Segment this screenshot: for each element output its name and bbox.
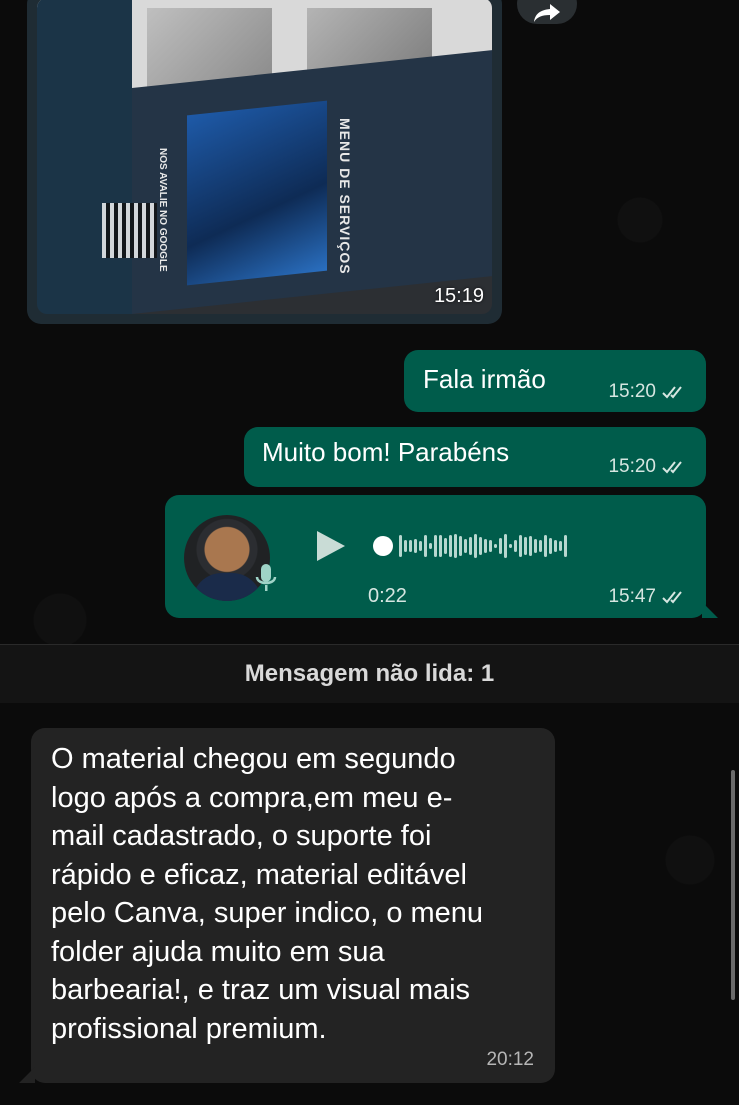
message-line: pelo Canva, super indico, o menu: [51, 897, 484, 929]
wave-bar: [429, 543, 432, 549]
wave-bar: [444, 538, 447, 554]
voice-message[interactable]: 0:22 15:47: [165, 495, 718, 618]
wave-bar: [499, 538, 502, 554]
message-time: 15:47: [608, 586, 656, 607]
bubble-tail: [19, 1067, 35, 1083]
wave-bar: [559, 541, 562, 551]
message-line: logo após a compra,em meu e-: [51, 781, 453, 814]
wave-bar: [404, 540, 407, 552]
wave-bar: [449, 535, 452, 557]
forward-arrow-icon: [534, 4, 560, 22]
wave-bar: [489, 540, 492, 552]
message-meta: 15:20: [608, 456, 688, 478]
wave-bar: [454, 534, 457, 558]
voice-duration: 0:22: [368, 585, 407, 607]
forward-button[interactable]: [517, 0, 577, 24]
photo-left-panel: [37, 0, 132, 314]
image-timestamp: 15:19: [433, 285, 484, 307]
wave-bar: [494, 544, 497, 548]
message-line: mail cadastrado, o suporte foi: [51, 820, 432, 852]
qr-code: [102, 203, 157, 258]
play-icon[interactable]: [313, 529, 347, 563]
wave-bar: [549, 538, 552, 554]
chat-area: MENU DE SERVIÇOS NOS AVALIE NO GOOGLE 15…: [0, 0, 739, 1105]
message-meta: 15:47: [608, 586, 688, 608]
wave-bar: [534, 539, 537, 553]
message-text: O material chegou em segundo logo após a…: [51, 740, 541, 1048]
message-line: profissional premium.: [51, 1012, 327, 1045]
wave-bar: [424, 535, 427, 557]
message-text: Fala irmão: [423, 364, 546, 394]
wave-bar: [434, 535, 437, 557]
message-time: 20:12: [486, 1049, 534, 1070]
wave-bar: [419, 541, 422, 551]
double-check-icon: [662, 461, 682, 474]
wave-bar: [439, 535, 442, 557]
wave-bar: [414, 539, 417, 553]
wave-bar: [554, 540, 557, 552]
wave-bar: [514, 540, 517, 552]
wave-bar: [524, 537, 527, 555]
wave-bar: [529, 536, 532, 556]
wave-bar: [519, 535, 522, 557]
wave-bar: [469, 537, 472, 555]
wave-bar: [484, 539, 487, 553]
audio-waveform[interactable]: [373, 531, 673, 561]
playhead-dot[interactable]: [373, 536, 393, 556]
brand-text: MENU DE SERVIÇOS: [337, 118, 353, 275]
wave-bar: [479, 537, 482, 555]
double-check-icon: [662, 386, 682, 399]
bubble-tail: [702, 602, 718, 618]
double-check-icon: [662, 591, 682, 604]
wave-bar: [464, 539, 467, 553]
wave-bar: [504, 534, 507, 558]
wave-bar: [539, 540, 542, 552]
message-meta: 15:20: [608, 381, 688, 403]
message-line: barbearia!, e traz um visual mais: [51, 974, 471, 1006]
wave-bar: [564, 535, 567, 557]
message-in[interactable]: O material chegou em segundo logo após a…: [19, 728, 555, 1083]
wave-bar: [509, 544, 512, 548]
unread-divider: Mensagem não lida: 1: [0, 644, 739, 703]
message-time: 15:20: [608, 381, 656, 402]
menu-folder-photo[interactable]: MENU DE SERVIÇOS NOS AVALIE NO GOOGLE: [37, 0, 492, 314]
wave-bar: [544, 535, 547, 557]
message-out-2[interactable]: Muito bom! Parabéns 15:20: [244, 427, 706, 487]
wave-bar: [459, 536, 462, 556]
avatar-shirt: [192, 573, 262, 601]
message-out-1[interactable]: Fala irmão 15:20: [404, 350, 706, 412]
image-message[interactable]: MENU DE SERVIÇOS NOS AVALIE NO GOOGLE 15…: [27, 0, 502, 324]
microphone-icon: [255, 564, 277, 591]
promo-text: NOS AVALIE NO GOOGLE: [157, 148, 168, 272]
message-time: 15:20: [608, 456, 656, 477]
wave-bar: [409, 540, 412, 552]
wave-bar: [399, 535, 402, 557]
scrollbar[interactable]: [731, 770, 735, 1000]
photo-barbershop-image: [187, 100, 327, 286]
wave-bar: [474, 534, 477, 558]
message-line: rápido e eficaz, material editável: [51, 858, 467, 891]
message-line: O material chegou em segundo: [51, 743, 456, 775]
message-text: Muito bom! Parabéns: [262, 437, 510, 467]
message-line: folder ajuda muito em sua: [51, 935, 385, 968]
